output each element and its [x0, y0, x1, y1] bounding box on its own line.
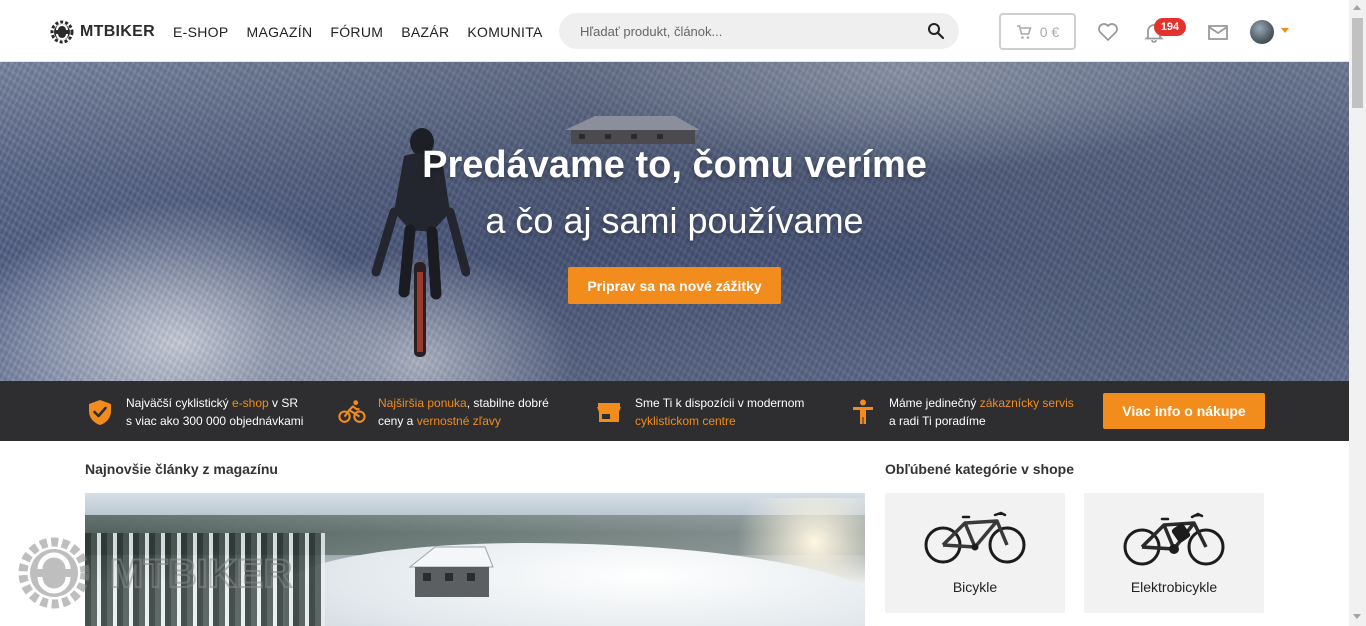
snowy-cabin-image: [408, 546, 494, 597]
gear-logo-icon: [50, 20, 74, 44]
cart-button[interactable]: 0 €: [999, 13, 1076, 50]
mail-icon[interactable]: [1206, 20, 1230, 44]
scroll-down-arrow-icon[interactable]: [1353, 614, 1361, 619]
cart-total: 0 €: [1039, 23, 1060, 40]
benefit-item: Máme jedinečný zákaznícky servis a radi …: [849, 394, 1074, 430]
search-input[interactable]: [559, 13, 959, 49]
scroll-up-arrow-icon[interactable]: [1353, 5, 1361, 10]
hero-banner: Predávame to, čomu veríme a čo aj sami p…: [0, 62, 1349, 381]
nav-forum[interactable]: FÓRUM: [330, 24, 383, 40]
store-icon: [597, 403, 621, 422]
loyalty-link[interactable]: vernostné zľavy: [417, 414, 501, 428]
category-label: Bicykle: [952, 579, 998, 595]
category-label: Elektrobicykle: [1130, 579, 1218, 595]
mountain-hut-image: [565, 116, 700, 144]
benefit-item: Sme Ti k dispozícii v modernom cyklistic…: [595, 394, 804, 430]
category-card-bicykle[interactable]: Bicykle: [885, 493, 1065, 613]
shield-check-icon: [89, 400, 111, 425]
magazine-section-title: Najnovšie články z magazínu: [85, 461, 278, 477]
logo[interactable]: MTBIKER: [49, 19, 155, 45]
more-info-button[interactable]: Viac info o nákupe: [1103, 393, 1265, 429]
nav-eshop[interactable]: E-SHOP: [173, 24, 228, 40]
search-box: [559, 13, 959, 49]
bike-icon: [924, 511, 1026, 564]
watermark-text: MTBIKER: [110, 552, 292, 596]
offer-link[interactable]: Najširšia ponuka: [378, 396, 467, 410]
cart-icon: [1016, 24, 1032, 39]
hero-title: Predávame to, čomu veríme: [422, 144, 927, 186]
notification-badge: 194: [1154, 18, 1186, 36]
scroll-thumb[interactable]: [1352, 18, 1363, 108]
page-scrollbar[interactable]: [1349, 0, 1366, 626]
eshop-link[interactable]: e-shop: [232, 396, 269, 410]
benefit-item: Najväčší cyklistický e-shop v SR s viac …: [86, 394, 303, 430]
site-header: MTBIKER E-SHOP MAGAZÍN FÓRUM BAZÁR KOMUN…: [0, 0, 1349, 62]
benefits-bar: Najväčší cyklistický e-shop v SR s viac …: [0, 381, 1349, 441]
customer-service-link[interactable]: zákaznícky servis: [980, 396, 1074, 410]
cycling-center-link[interactable]: cyklistickom centre: [635, 414, 736, 428]
nav-komunita[interactable]: KOMUNITA: [467, 24, 542, 40]
avatar[interactable]: [1250, 20, 1274, 44]
cyclist-icon: [338, 400, 366, 423]
benefit-item: Najširšia ponuka, stabilne dobré ceny a …: [338, 394, 549, 430]
nav-magazin[interactable]: MAGAZÍN: [246, 24, 312, 40]
nav-bazar[interactable]: BAZÁR: [401, 24, 449, 40]
hero-subtitle: a čo aj sami používame: [485, 200, 864, 241]
hero-cta-button[interactable]: Priprav sa na nové zážitky: [568, 267, 781, 304]
person-icon: [853, 399, 873, 424]
category-card-elektrobicykle[interactable]: Elektrobicykle: [1084, 493, 1264, 613]
ebike-icon: [1123, 512, 1225, 566]
categories-section-title: Obľúbené kategórie v shope: [885, 461, 1074, 477]
mtbiker-watermark-logo: MTBIKER: [18, 537, 293, 609]
main-nav: E-SHOP MAGAZÍN FÓRUM BAZÁR KOMUNITA: [173, 24, 543, 40]
heart-icon[interactable]: [1096, 20, 1120, 44]
search-icon[interactable]: [927, 22, 945, 40]
logo-text: MTBIKER: [80, 23, 155, 40]
chevron-down-icon[interactable]: [1281, 28, 1289, 33]
